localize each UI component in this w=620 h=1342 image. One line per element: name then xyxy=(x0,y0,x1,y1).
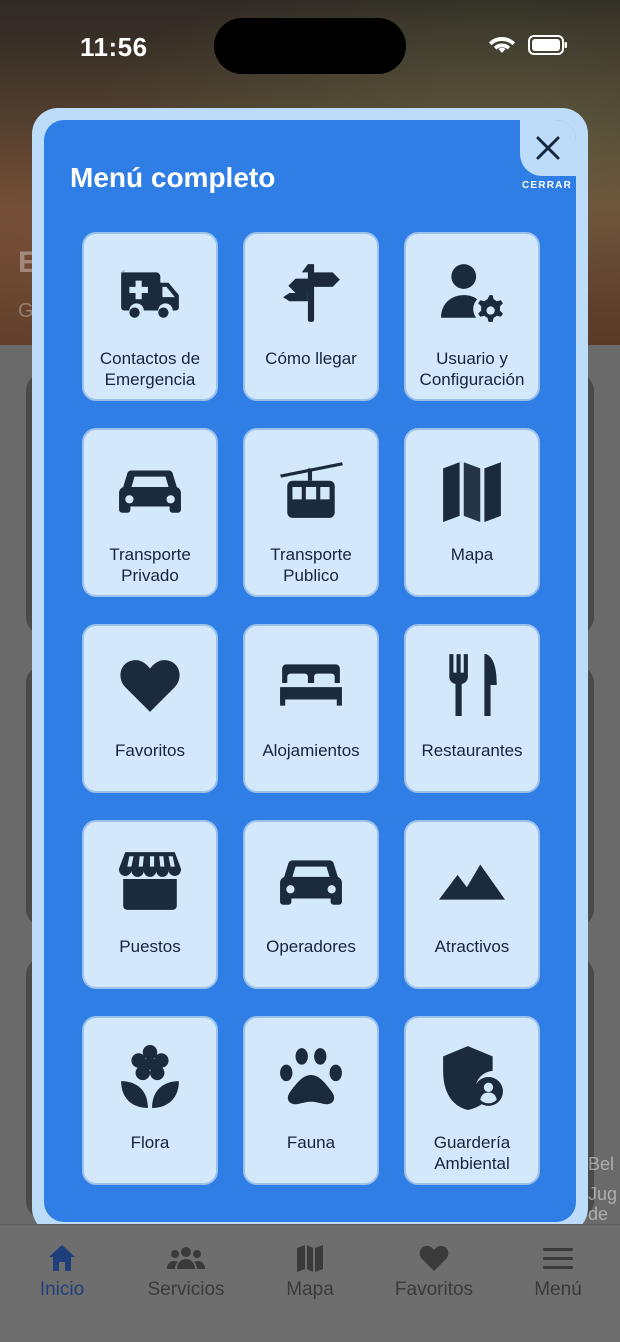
close-icon xyxy=(536,136,560,160)
ambulance-icon xyxy=(115,258,185,328)
menu-item-emergency-contacts[interactable]: Contactos de Emergencia xyxy=(82,232,218,401)
menu-item-label: Puestos xyxy=(119,937,181,956)
menu-item-restaurants[interactable]: Restaurantes xyxy=(404,624,540,793)
menu-item-operators[interactable]: Operadores xyxy=(243,820,379,989)
tab-bar: Inicio Servicios Mapa Favoritos Menú xyxy=(0,1224,620,1342)
map-icon xyxy=(437,454,507,524)
tab-label: Inicio xyxy=(39,1279,85,1300)
menu-item-label: Fauna xyxy=(286,1133,336,1152)
menu-item-label: Flora xyxy=(130,1133,170,1152)
map-icon xyxy=(297,1245,323,1272)
menu-modal: Menú completo CERRAR Contactos de Emerge… xyxy=(44,120,576,1222)
background-card-text: Jug xyxy=(588,1184,618,1204)
menu-item-environmental-guard[interactable]: Guardería Ambiental xyxy=(404,1016,540,1185)
hamburger-icon xyxy=(543,1248,573,1269)
tab-label: Servicios xyxy=(147,1279,225,1300)
utensils-icon xyxy=(437,650,507,720)
menu-item-attractions[interactable]: Atractivos xyxy=(404,820,540,989)
mountains-icon xyxy=(437,846,507,916)
menu-item-label: Favoritos xyxy=(115,741,185,760)
paw-icon xyxy=(276,1042,346,1112)
menu-item-label: Guardería Ambiental xyxy=(433,1133,511,1173)
menu-item-favorites[interactable]: Favoritos xyxy=(82,624,218,793)
wifi-icon xyxy=(489,37,515,53)
bed-icon xyxy=(276,650,346,720)
tab-inicio[interactable]: Inicio xyxy=(2,1243,122,1342)
heart-icon xyxy=(419,1245,449,1271)
menu-item-label: Restaurantes xyxy=(421,741,523,760)
close-button[interactable] xyxy=(520,120,576,176)
shop-icon xyxy=(115,846,185,916)
menu-item-label: Operadores xyxy=(266,937,356,956)
signpost-icon xyxy=(276,258,346,328)
close-label: CERRAR xyxy=(522,180,572,191)
heart-icon xyxy=(115,650,185,720)
menu-grid: Contactos de Emergencia Cómo llegar Usua… xyxy=(82,232,540,1185)
menu-item-flora[interactable]: Flora xyxy=(82,1016,218,1185)
menu-item-label: Contactos de Emergencia xyxy=(99,349,201,389)
menu-item-stalls[interactable]: Puestos xyxy=(82,820,218,989)
menu-item-label: Transporte Privado xyxy=(109,545,191,585)
menu-item-label: Usuario y Configuración xyxy=(419,349,525,389)
shield-user-icon xyxy=(437,1042,507,1112)
menu-item-label: Alojamientos xyxy=(262,741,360,760)
menu-item-directions[interactable]: Cómo llegar xyxy=(243,232,379,401)
menu-item-public-transport[interactable]: Transporte Publico xyxy=(243,428,379,597)
flower-icon xyxy=(115,1042,185,1112)
status-time: 11:56 xyxy=(80,32,148,62)
tab-label: Favoritos xyxy=(394,1279,474,1300)
menu-item-user-settings[interactable]: Usuario y Configuración xyxy=(404,232,540,401)
menu-item-map[interactable]: Mapa xyxy=(404,428,540,597)
dynamic-island xyxy=(214,18,406,74)
menu-item-fauna[interactable]: Fauna xyxy=(243,1016,379,1185)
user-gear-icon xyxy=(437,258,507,328)
car-front-icon xyxy=(276,846,346,916)
car-icon xyxy=(115,454,185,524)
home-icon xyxy=(49,1245,75,1271)
status-icons xyxy=(488,34,568,56)
tab-label: Menú xyxy=(534,1279,582,1300)
tab-favoritos[interactable]: Favoritos xyxy=(374,1243,494,1342)
cable-car-icon xyxy=(276,454,346,524)
menu-item-label: Cómo llegar xyxy=(265,349,357,368)
battery-icon xyxy=(528,35,567,55)
tab-menu[interactable]: Menú xyxy=(498,1243,618,1342)
tab-mapa[interactable]: Mapa xyxy=(250,1243,370,1342)
menu-item-lodging[interactable]: Alojamientos xyxy=(243,624,379,793)
users-icon xyxy=(167,1247,205,1269)
tab-servicios[interactable]: Servicios xyxy=(126,1243,246,1342)
menu-item-label: Transporte Publico xyxy=(270,545,352,585)
menu-item-private-transport[interactable]: Transporte Privado xyxy=(82,428,218,597)
tab-label: Mapa xyxy=(286,1279,334,1300)
menu-item-label: Atractivos xyxy=(434,937,510,956)
modal-title: Menú completo xyxy=(70,162,276,193)
menu-modal-frame: Menú completo CERRAR Contactos de Emerge… xyxy=(32,108,588,1234)
menu-item-label: Mapa xyxy=(450,545,494,564)
background-card-title: Bel xyxy=(588,1154,615,1174)
background-card-text: de xyxy=(588,1204,609,1224)
